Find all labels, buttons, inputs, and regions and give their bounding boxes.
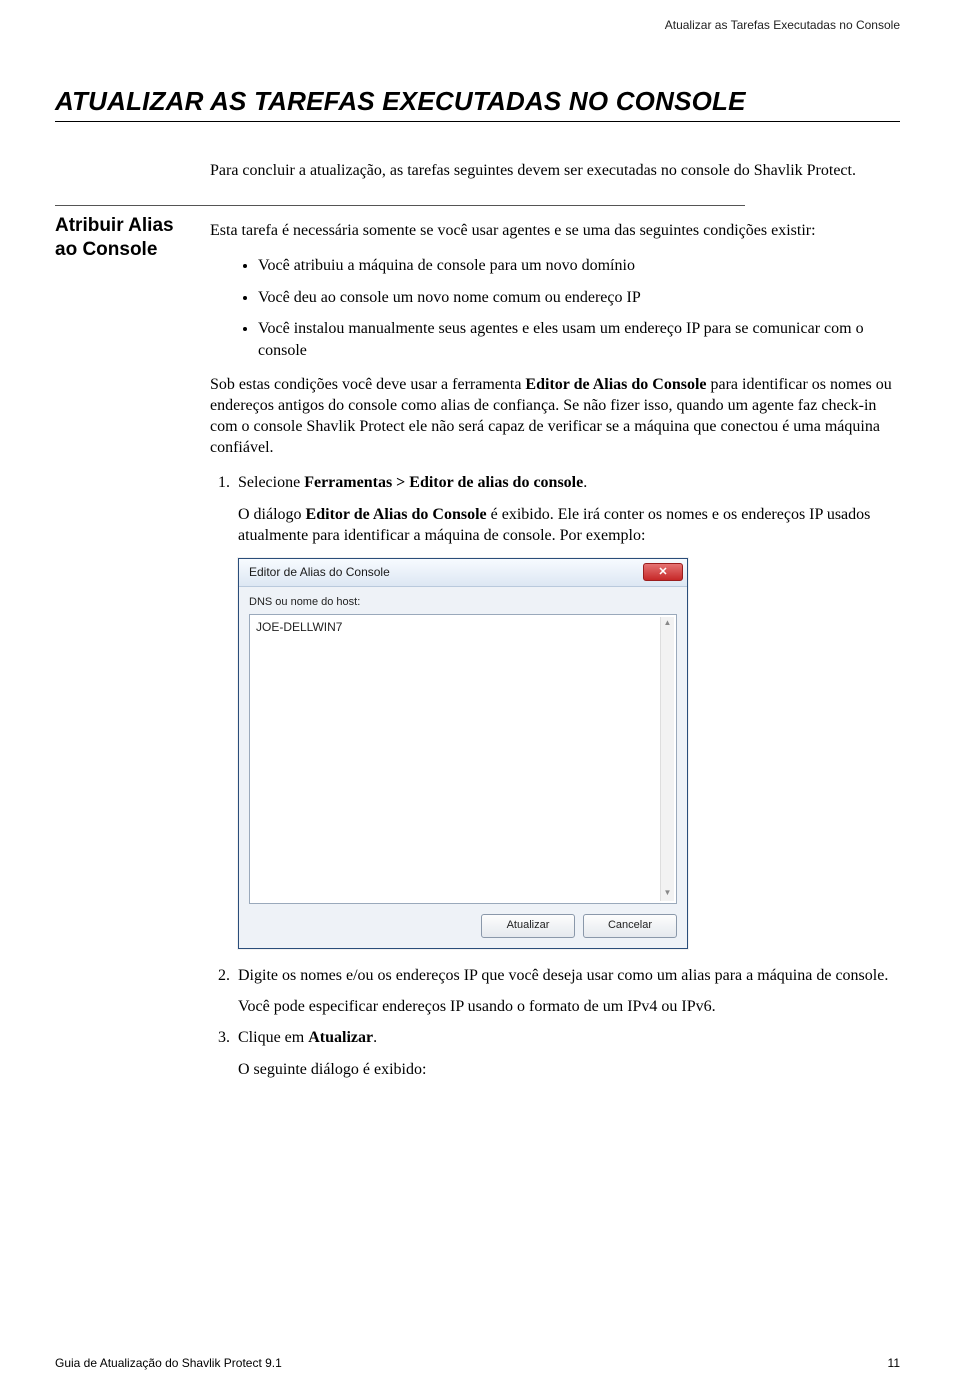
page-title-text: ATUALIZAR AS TAREFAS EXECUTADAS NO CONSO…: [55, 86, 900, 117]
scroll-down-icon[interactable]: ▼: [661, 887, 674, 901]
scrollbar[interactable]: ▲ ▼: [660, 617, 674, 901]
list-item: Você atribuiu a máquina de console para …: [258, 255, 900, 277]
condition-list: Você atribuiu a máquina de console para …: [258, 255, 900, 361]
body-text: Sob estas condições você deve usar a fer…: [210, 376, 525, 393]
step-2: Digite os nomes e/ou os endereços IP que…: [234, 965, 900, 1018]
footer-page-number: 11: [888, 1356, 900, 1370]
dialog-screenshot: Editor de Alias do Console ✕ DNS ou nome…: [238, 558, 900, 949]
dialog-body: DNS ou nome do host: JOE-DELLWIN7 ▲ ▼ At…: [239, 587, 687, 948]
step-text: Clique em: [238, 1029, 308, 1046]
alias-value: JOE-DELLWIN7: [256, 620, 342, 634]
dialog-title: Editor de Alias do Console: [249, 564, 643, 580]
page-footer: Guia de Atualização do Shavlik Protect 9…: [55, 1356, 900, 1370]
step-sub: Você pode especificar endereços IP usand…: [238, 996, 900, 1017]
dialog-titlebar: Editor de Alias do Console ✕: [239, 559, 687, 587]
step-text: .: [583, 474, 587, 491]
page-title: ATUALIZAR AS TAREFAS EXECUTADAS NO CONSO…: [55, 86, 900, 122]
step-text: .: [373, 1029, 377, 1046]
console-alias-editor-dialog: Editor de Alias do Console ✕ DNS ou nome…: [238, 558, 688, 949]
scroll-up-icon[interactable]: ▲: [661, 617, 674, 631]
body-paragraph: Sob estas condições você deve usar a fer…: [210, 374, 900, 458]
footer-left: Guia de Atualização do Shavlik Protect 9…: [55, 1356, 282, 1370]
step-bold: Ferramentas > Editor de alias do console: [304, 474, 583, 491]
step-text: Digite os nomes e/ou os endereços IP que…: [238, 967, 888, 984]
update-button[interactable]: Atualizar: [481, 914, 575, 938]
step-3: Clique em Atualizar. O seguinte diálogo …: [234, 1027, 900, 1080]
dialog-button-row: Atualizar Cancelar: [249, 914, 677, 938]
section-heading: Atribuir Alias ao Console: [55, 214, 210, 262]
cancel-button[interactable]: Cancelar: [583, 914, 677, 938]
step-text: Selecione: [238, 474, 304, 491]
content-area: Atribuir Alias ao Console Para concluir …: [55, 160, 900, 1090]
step-sub: O seguinte diálogo é exibido:: [238, 1059, 900, 1080]
close-icon: ✕: [658, 567, 667, 578]
intro-paragraph: Para concluir a atualização, as tarefas …: [210, 160, 900, 181]
step-bold: Atualizar: [308, 1029, 373, 1046]
close-button[interactable]: ✕: [643, 563, 683, 581]
main-column: Para concluir a atualização, as tarefas …: [210, 160, 900, 1090]
step-sub-text: O diálogo: [238, 506, 306, 523]
step-sub: O diálogo Editor de Alias do Console é e…: [238, 504, 900, 546]
step-1: Selecione Ferramentas > Editor de alias …: [234, 472, 900, 949]
sidebar: Atribuir Alias ao Console: [55, 160, 210, 1090]
section-rule: [55, 205, 745, 206]
list-item: Você instalou manualmente seus agentes e…: [258, 318, 900, 361]
step-sub-bold: Editor de Alias do Console: [306, 506, 487, 523]
section-heading-line1: Atribuir Alias: [55, 215, 174, 236]
list-item: Você deu ao console um novo nome comum o…: [258, 287, 900, 309]
condition-intro: Esta tarefa é necessária somente se você…: [210, 220, 900, 241]
alias-textarea[interactable]: JOE-DELLWIN7 ▲ ▼: [249, 614, 677, 904]
running-header: Atualizar as Tarefas Executadas no Conso…: [665, 18, 900, 32]
ordered-steps: Selecione Ferramentas > Editor de alias …: [234, 472, 900, 1080]
dns-host-label: DNS ou nome do host:: [249, 595, 677, 610]
body-bold: Editor de Alias do Console: [525, 376, 706, 393]
section-heading-line2: ao Console: [55, 239, 157, 260]
